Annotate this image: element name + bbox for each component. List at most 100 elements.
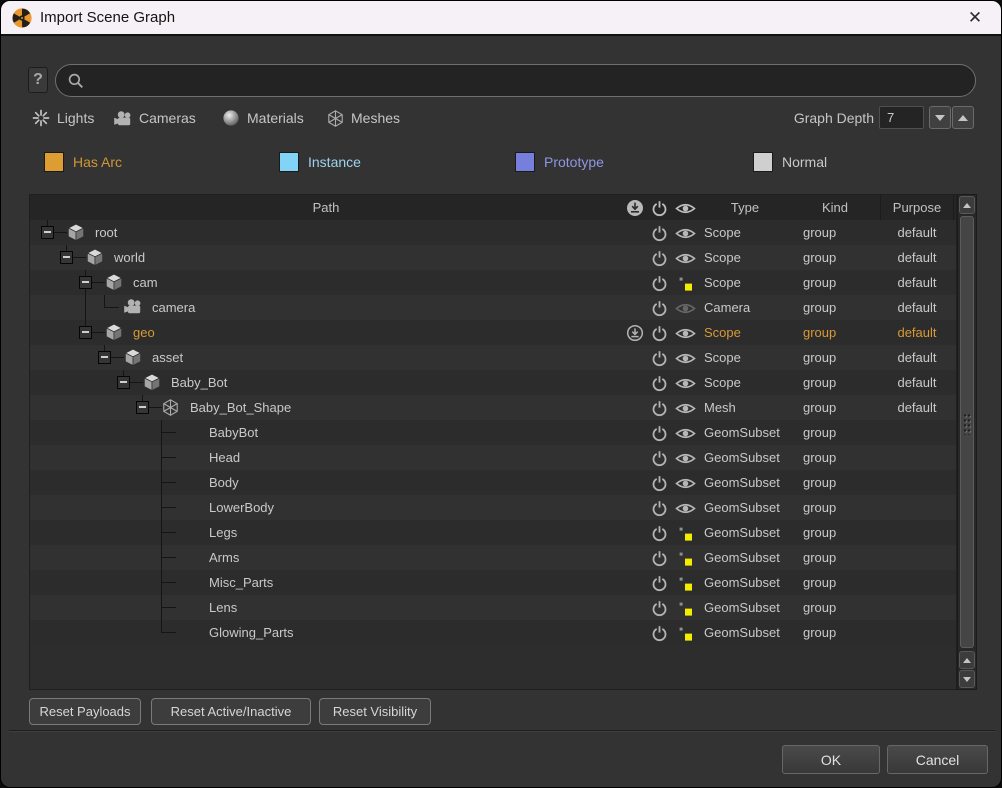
table-row[interactable]: LowerBody GeomSubset group <box>30 495 956 520</box>
active-toggle-icon[interactable] <box>648 348 670 368</box>
active-toggle-icon[interactable] <box>648 273 670 293</box>
type-cell: Scope <box>700 345 790 370</box>
kind-cell: group <box>790 320 880 345</box>
table-row[interactable]: Arms GeomSubset group <box>30 545 956 570</box>
kind-cell: group <box>790 245 880 270</box>
active-toggle-icon[interactable] <box>648 423 670 443</box>
active-toggle-icon[interactable] <box>648 248 670 268</box>
graph-depth-decrement-button[interactable] <box>929 106 951 129</box>
reset-active-inactive-button[interactable]: Reset Active/Inactive <box>151 698 311 725</box>
scrollbar-thumb[interactable] <box>960 216 974 648</box>
table-row[interactable]: Head GeomSubset group <box>30 445 956 470</box>
payload-column-icon <box>624 198 646 218</box>
table-row[interactable]: geo Scope group default <box>30 320 956 345</box>
visibility-icon[interactable] <box>672 223 698 243</box>
graph-depth-input[interactable]: 7 <box>879 106 924 129</box>
search-bar <box>55 64 976 97</box>
visibility-icon[interactable] <box>672 323 698 343</box>
table-row[interactable]: asset Scope group default <box>30 345 956 370</box>
active-toggle-icon[interactable] <box>648 598 670 618</box>
visibility-icon[interactable] <box>672 373 698 393</box>
table-header: Path Type Kind Purpose <box>30 195 956 220</box>
purpose-cell: default <box>880 220 954 245</box>
scroll-up-button-bottom[interactable] <box>959 651 975 669</box>
scroll-down-button[interactable] <box>959 670 975 688</box>
active-toggle-icon[interactable] <box>648 323 670 343</box>
prim-cube-icon <box>85 248 105 268</box>
scroll-up-button[interactable] <box>959 196 975 214</box>
column-header-kind: Kind <box>790 195 880 220</box>
table-row[interactable]: camera Camera group default <box>30 295 956 320</box>
table-row[interactable]: Lens GeomSubset group <box>30 595 956 620</box>
visibility-partial-icon[interactable] <box>672 598 698 618</box>
active-toggle-icon[interactable] <box>648 498 670 518</box>
active-toggle-icon[interactable] <box>648 473 670 493</box>
houdini-logo-icon <box>12 8 32 28</box>
active-toggle-icon[interactable] <box>648 623 670 643</box>
active-toggle-icon[interactable] <box>648 523 670 543</box>
active-toggle-icon[interactable] <box>648 398 670 418</box>
prim-cube-icon <box>142 373 162 393</box>
active-toggle-icon[interactable] <box>648 298 670 318</box>
visibility-icon[interactable] <box>672 498 698 518</box>
active-toggle-icon[interactable] <box>648 448 670 468</box>
table-row[interactable]: Legs GeomSubset group <box>30 520 956 545</box>
table-row[interactable]: cam Scope group default <box>30 270 956 295</box>
purpose-cell: default <box>880 295 954 320</box>
type-cell: GeomSubset <box>700 495 790 520</box>
node-label: LowerBody <box>209 495 274 520</box>
active-toggle-icon[interactable] <box>648 573 670 593</box>
cancel-button[interactable]: Cancel <box>887 745 988 774</box>
visibility-partial-icon[interactable] <box>672 548 698 568</box>
table-row[interactable]: world Scope group default <box>30 245 956 270</box>
visibility-partial-icon[interactable] <box>672 573 698 593</box>
filter-toggle-cameras[interactable]: Cameras <box>113 105 196 131</box>
visibility-partial-icon[interactable] <box>672 623 698 643</box>
type-cell: GeomSubset <box>700 520 790 545</box>
node-label: asset <box>152 345 183 370</box>
reset-payloads-button[interactable]: Reset Payloads <box>29 698 141 725</box>
close-icon[interactable]: ✕ <box>963 6 987 30</box>
material-sphere-icon <box>221 108 241 128</box>
node-label: camera <box>152 295 195 320</box>
search-input[interactable] <box>91 72 963 90</box>
ok-button[interactable]: OK <box>782 745 880 774</box>
visibility-icon[interactable] <box>672 423 698 443</box>
active-toggle-icon[interactable] <box>648 223 670 243</box>
legend-item: Instance <box>279 151 361 173</box>
table-row[interactable]: BabyBot GeomSubset group <box>30 420 956 445</box>
visibility-icon[interactable] <box>672 248 698 268</box>
tree-expander[interactable] <box>79 326 92 339</box>
graph-depth-increment-button[interactable] <box>952 106 974 129</box>
type-cell: Camera <box>700 295 790 320</box>
reset-visibility-button[interactable]: Reset Visibility <box>319 698 431 725</box>
table-row[interactable]: Body GeomSubset group <box>30 470 956 495</box>
tree-expander[interactable] <box>79 276 92 289</box>
filter-toggle-meshes[interactable]: Meshes <box>325 105 400 131</box>
filter-toggle-lights[interactable]: Lights <box>31 105 94 131</box>
tree-expander[interactable] <box>98 351 111 364</box>
tree-expander[interactable] <box>60 251 73 264</box>
visibility-icon[interactable] <box>672 448 698 468</box>
visibility-partial-icon[interactable] <box>672 523 698 543</box>
active-toggle-icon[interactable] <box>648 548 670 568</box>
node-label: root <box>95 220 117 245</box>
help-button[interactable]: ? <box>28 67 48 93</box>
tree-expander[interactable] <box>117 376 130 389</box>
table-row[interactable]: Glowing_Parts GeomSubset group <box>30 620 956 645</box>
tree-expander[interactable] <box>41 226 54 239</box>
filter-toggle-materials[interactable]: Materials <box>221 105 304 131</box>
visibility-icon[interactable] <box>672 348 698 368</box>
visibility-partial-icon[interactable] <box>672 273 698 293</box>
visibility-icon[interactable] <box>672 298 698 318</box>
active-toggle-icon[interactable] <box>648 373 670 393</box>
table-row[interactable]: root Scope group default <box>30 220 956 245</box>
visibility-icon[interactable] <box>672 398 698 418</box>
table-row[interactable]: Baby_Bot Scope group default <box>30 370 956 395</box>
table-row[interactable]: Misc_Parts GeomSubset group <box>30 570 956 595</box>
visibility-icon[interactable] <box>672 473 698 493</box>
table-row[interactable]: Baby_Bot_Shape Mesh group default <box>30 395 956 420</box>
payload-icon[interactable] <box>624 323 646 343</box>
tree-expander[interactable] <box>136 401 149 414</box>
vertical-scrollbar[interactable] <box>957 194 977 690</box>
